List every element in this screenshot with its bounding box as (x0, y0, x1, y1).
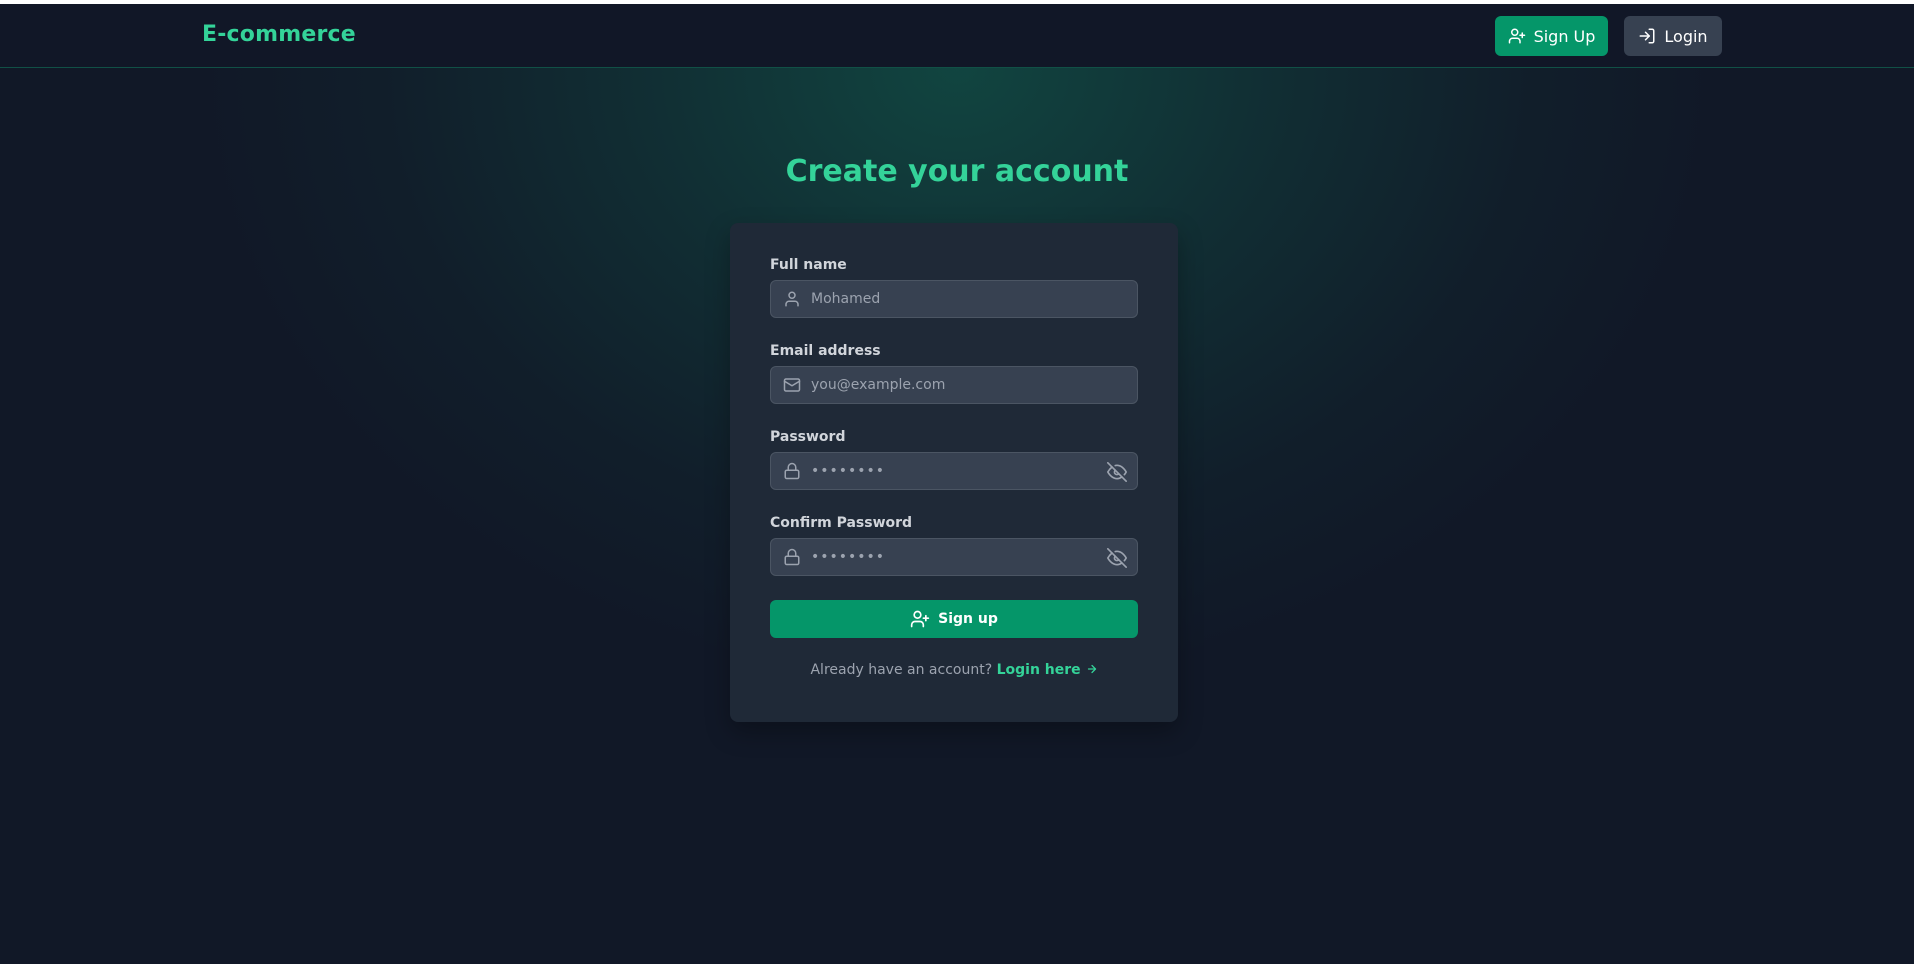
signup-card: Full name Email address Password Confir (730, 223, 1178, 722)
login-prompt-text: Already have an account? (810, 662, 993, 678)
full-name-label: Full name (770, 257, 847, 273)
login-link[interactable]: Login here (997, 662, 1098, 678)
email-label: Email address (770, 343, 881, 359)
mail-icon (783, 378, 801, 392)
user-plus-icon (1508, 28, 1525, 44)
nav-login-label: Login (1664, 26, 1708, 46)
navbar: E-commerce Sign Up Login (0, 4, 1914, 68)
lock-icon (784, 548, 800, 566)
eye-off-icon[interactable] (1107, 462, 1127, 482)
lock-icon (784, 462, 800, 480)
brand-logo[interactable]: E-commerce (202, 22, 356, 47)
email-input[interactable] (811, 367, 1111, 403)
nav-login-button[interactable]: Login (1624, 16, 1722, 56)
confirm-password-input[interactable] (811, 539, 1111, 575)
email-field[interactable] (770, 366, 1138, 404)
log-in-icon (1639, 28, 1655, 44)
password-label: Password (770, 429, 846, 445)
confirm-password-label: Confirm Password (770, 515, 913, 531)
user-plus-icon (910, 610, 930, 628)
password-field[interactable] (770, 452, 1138, 490)
signup-submit-label: Sign up (938, 611, 998, 627)
user-icon (785, 291, 799, 307)
login-prompt: Already have an account? Login here (730, 662, 1178, 678)
nav-signup-button[interactable]: Sign Up (1495, 16, 1608, 56)
password-input[interactable] (811, 453, 1111, 489)
signup-submit-button[interactable]: Sign up (770, 600, 1138, 638)
full-name-input[interactable] (811, 281, 1111, 317)
nav-signup-label: Sign Up (1533, 26, 1596, 46)
eye-off-icon[interactable] (1107, 548, 1127, 568)
page-title: Create your account (785, 154, 1129, 189)
confirm-password-field[interactable] (770, 538, 1138, 576)
full-name-field[interactable] (770, 280, 1138, 318)
login-link-label: Login here (996, 662, 1081, 678)
arrow-right-icon (1087, 664, 1096, 674)
